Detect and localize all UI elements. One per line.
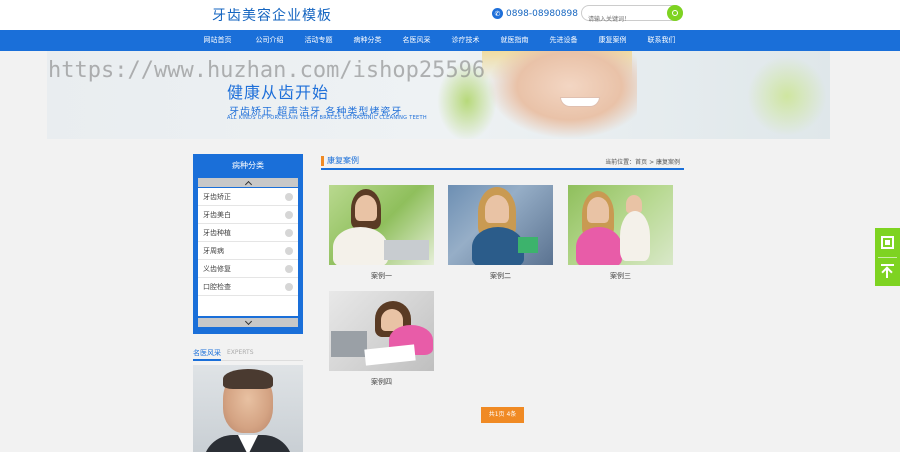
- scroll-down-button[interactable]: [198, 317, 298, 327]
- scroll-up-button[interactable]: [198, 178, 298, 188]
- category-label: 口腔检查: [203, 282, 231, 291]
- phone-contact: ✆ 0898-08980898: [492, 8, 578, 19]
- phone-icon: ✆: [492, 8, 503, 19]
- doctor-photo[interactable]: [193, 365, 303, 452]
- nav-item-events[interactable]: 活动专题: [294, 30, 343, 51]
- laptop: [384, 240, 429, 260]
- nav-item-home[interactable]: 网站首页: [190, 30, 245, 51]
- case-image[interactable]: [329, 291, 434, 371]
- person-face: [587, 197, 609, 223]
- category-list: 牙齿矫正 牙齿美白 牙齿种植 牙周病 义齿修复 口腔检查: [198, 188, 298, 316]
- top-header: 牙齿美容企业模板 ✆ 0898-08980898: [0, 0, 900, 30]
- breadcrumb: 当前位置：首页 > 康复案例: [605, 159, 680, 166]
- person-shirt: [472, 227, 524, 265]
- sidebar-title: 病种分类: [232, 161, 264, 170]
- nav-item-guide[interactable]: 就医指南: [490, 30, 539, 51]
- top-bar-line: [881, 264, 894, 266]
- nav-item-contact[interactable]: 联系我们: [637, 30, 686, 51]
- person-shirt: [333, 227, 388, 265]
- notebook: [364, 344, 416, 366]
- category-item[interactable]: 牙齿美白: [198, 206, 298, 224]
- case-caption[interactable]: 案例一: [329, 271, 434, 281]
- nav-item-diseases[interactable]: 病种分类: [343, 30, 392, 51]
- category-item[interactable]: 义齿修复: [198, 260, 298, 278]
- qrcode-icon[interactable]: [881, 236, 894, 249]
- search-button[interactable]: [667, 5, 683, 21]
- laptop: [331, 331, 367, 357]
- person-face: [485, 195, 509, 223]
- model-teeth: [560, 97, 600, 107]
- category-sidebar: 病种分类 牙齿矫正 牙齿美白 牙齿种植 牙周病 义齿修复 口腔检查: [193, 154, 303, 334]
- case-card[interactable]: 案例二: [448, 185, 553, 281]
- chevron-down-icon: [244, 317, 252, 325]
- site-logo[interactable]: 牙齿美容企业模板: [212, 5, 332, 25]
- cases-section-header: 康复案例 当前位置：首页 > 康复案例: [321, 154, 684, 170]
- smiling-model-face: [487, 51, 637, 139]
- category-label: 义齿修复: [203, 264, 231, 273]
- doctors-section-header: 名医风采 EXPERTS: [193, 347, 303, 361]
- watermark-text: https://www.huzhan.com/ishop25596: [48, 58, 486, 83]
- doctors-title-en: EXPERTS: [227, 349, 254, 356]
- case-image[interactable]: [568, 185, 673, 265]
- category-item[interactable]: 牙周病: [198, 242, 298, 260]
- bullet-icon: [285, 228, 293, 237]
- case-card[interactable]: 案例三: [568, 185, 673, 281]
- nav-item-cases[interactable]: 康复案例: [588, 30, 637, 51]
- category-label: 牙周病: [203, 246, 224, 255]
- category-label: 牙齿美白: [203, 210, 231, 219]
- category-label: 牙齿矫正: [203, 192, 231, 201]
- search-icon: [672, 10, 678, 16]
- header-inner: 牙齿美容企业模板 ✆ 0898-08980898: [47, 0, 830, 30]
- person-shirt: [576, 227, 622, 265]
- banner-english: ALL KINDS OF PORCELAIN TEETH BRACES ULTR…: [227, 115, 427, 121]
- search-input[interactable]: [582, 12, 662, 27]
- case-image[interactable]: [329, 185, 434, 265]
- category-label: 牙齿种植: [203, 228, 231, 237]
- category-item[interactable]: 牙齿种植: [198, 224, 298, 242]
- doctors-title[interactable]: 名医风采: [193, 347, 221, 361]
- category-item[interactable]: 口腔检查: [198, 278, 298, 296]
- phone-number: 0898-08980898: [506, 8, 578, 19]
- case-caption[interactable]: 案例二: [448, 271, 553, 281]
- person-face: [355, 195, 377, 221]
- chevron-up-icon: [244, 180, 252, 188]
- bullet-icon: [285, 246, 293, 255]
- nav-item-about[interactable]: 公司介绍: [245, 30, 294, 51]
- back-to-top-icon[interactable]: [881, 264, 894, 278]
- main-nav: 网站首页 公司介绍 活动专题 病种分类 名医风采 诊疗技术 就医指南 先进设备 …: [0, 30, 900, 51]
- bullet-icon: [285, 264, 293, 273]
- search-box: [581, 5, 683, 27]
- bullet-icon: [285, 192, 293, 201]
- case-image[interactable]: [448, 185, 553, 265]
- bullet-icon: [285, 282, 293, 291]
- nav-item-techniques[interactable]: 诊疗技术: [441, 30, 490, 51]
- book: [518, 237, 538, 253]
- floating-toolbar: [875, 228, 900, 286]
- background-person: [620, 211, 650, 261]
- nav-item-doctors[interactable]: 名医风采: [392, 30, 441, 51]
- category-item[interactable]: 牙齿矫正: [198, 188, 298, 206]
- nav-item-equipment[interactable]: 先进设备: [539, 30, 588, 51]
- doctor-hair: [223, 369, 273, 389]
- toolbar-divider: [878, 257, 897, 258]
- case-card[interactable]: 案例一: [329, 185, 434, 281]
- case-caption[interactable]: 案例四: [329, 377, 434, 387]
- case-caption[interactable]: 案例三: [568, 271, 673, 281]
- case-card[interactable]: 案例四: [329, 291, 434, 387]
- header-accent-bar: [321, 156, 324, 166]
- cases-title: 康复案例: [327, 156, 359, 165]
- leaf-decoration: [747, 56, 827, 136]
- arrow-head: [881, 266, 893, 278]
- bullet-icon: [285, 210, 293, 219]
- pagination-info[interactable]: 共1页 4条: [481, 407, 524, 423]
